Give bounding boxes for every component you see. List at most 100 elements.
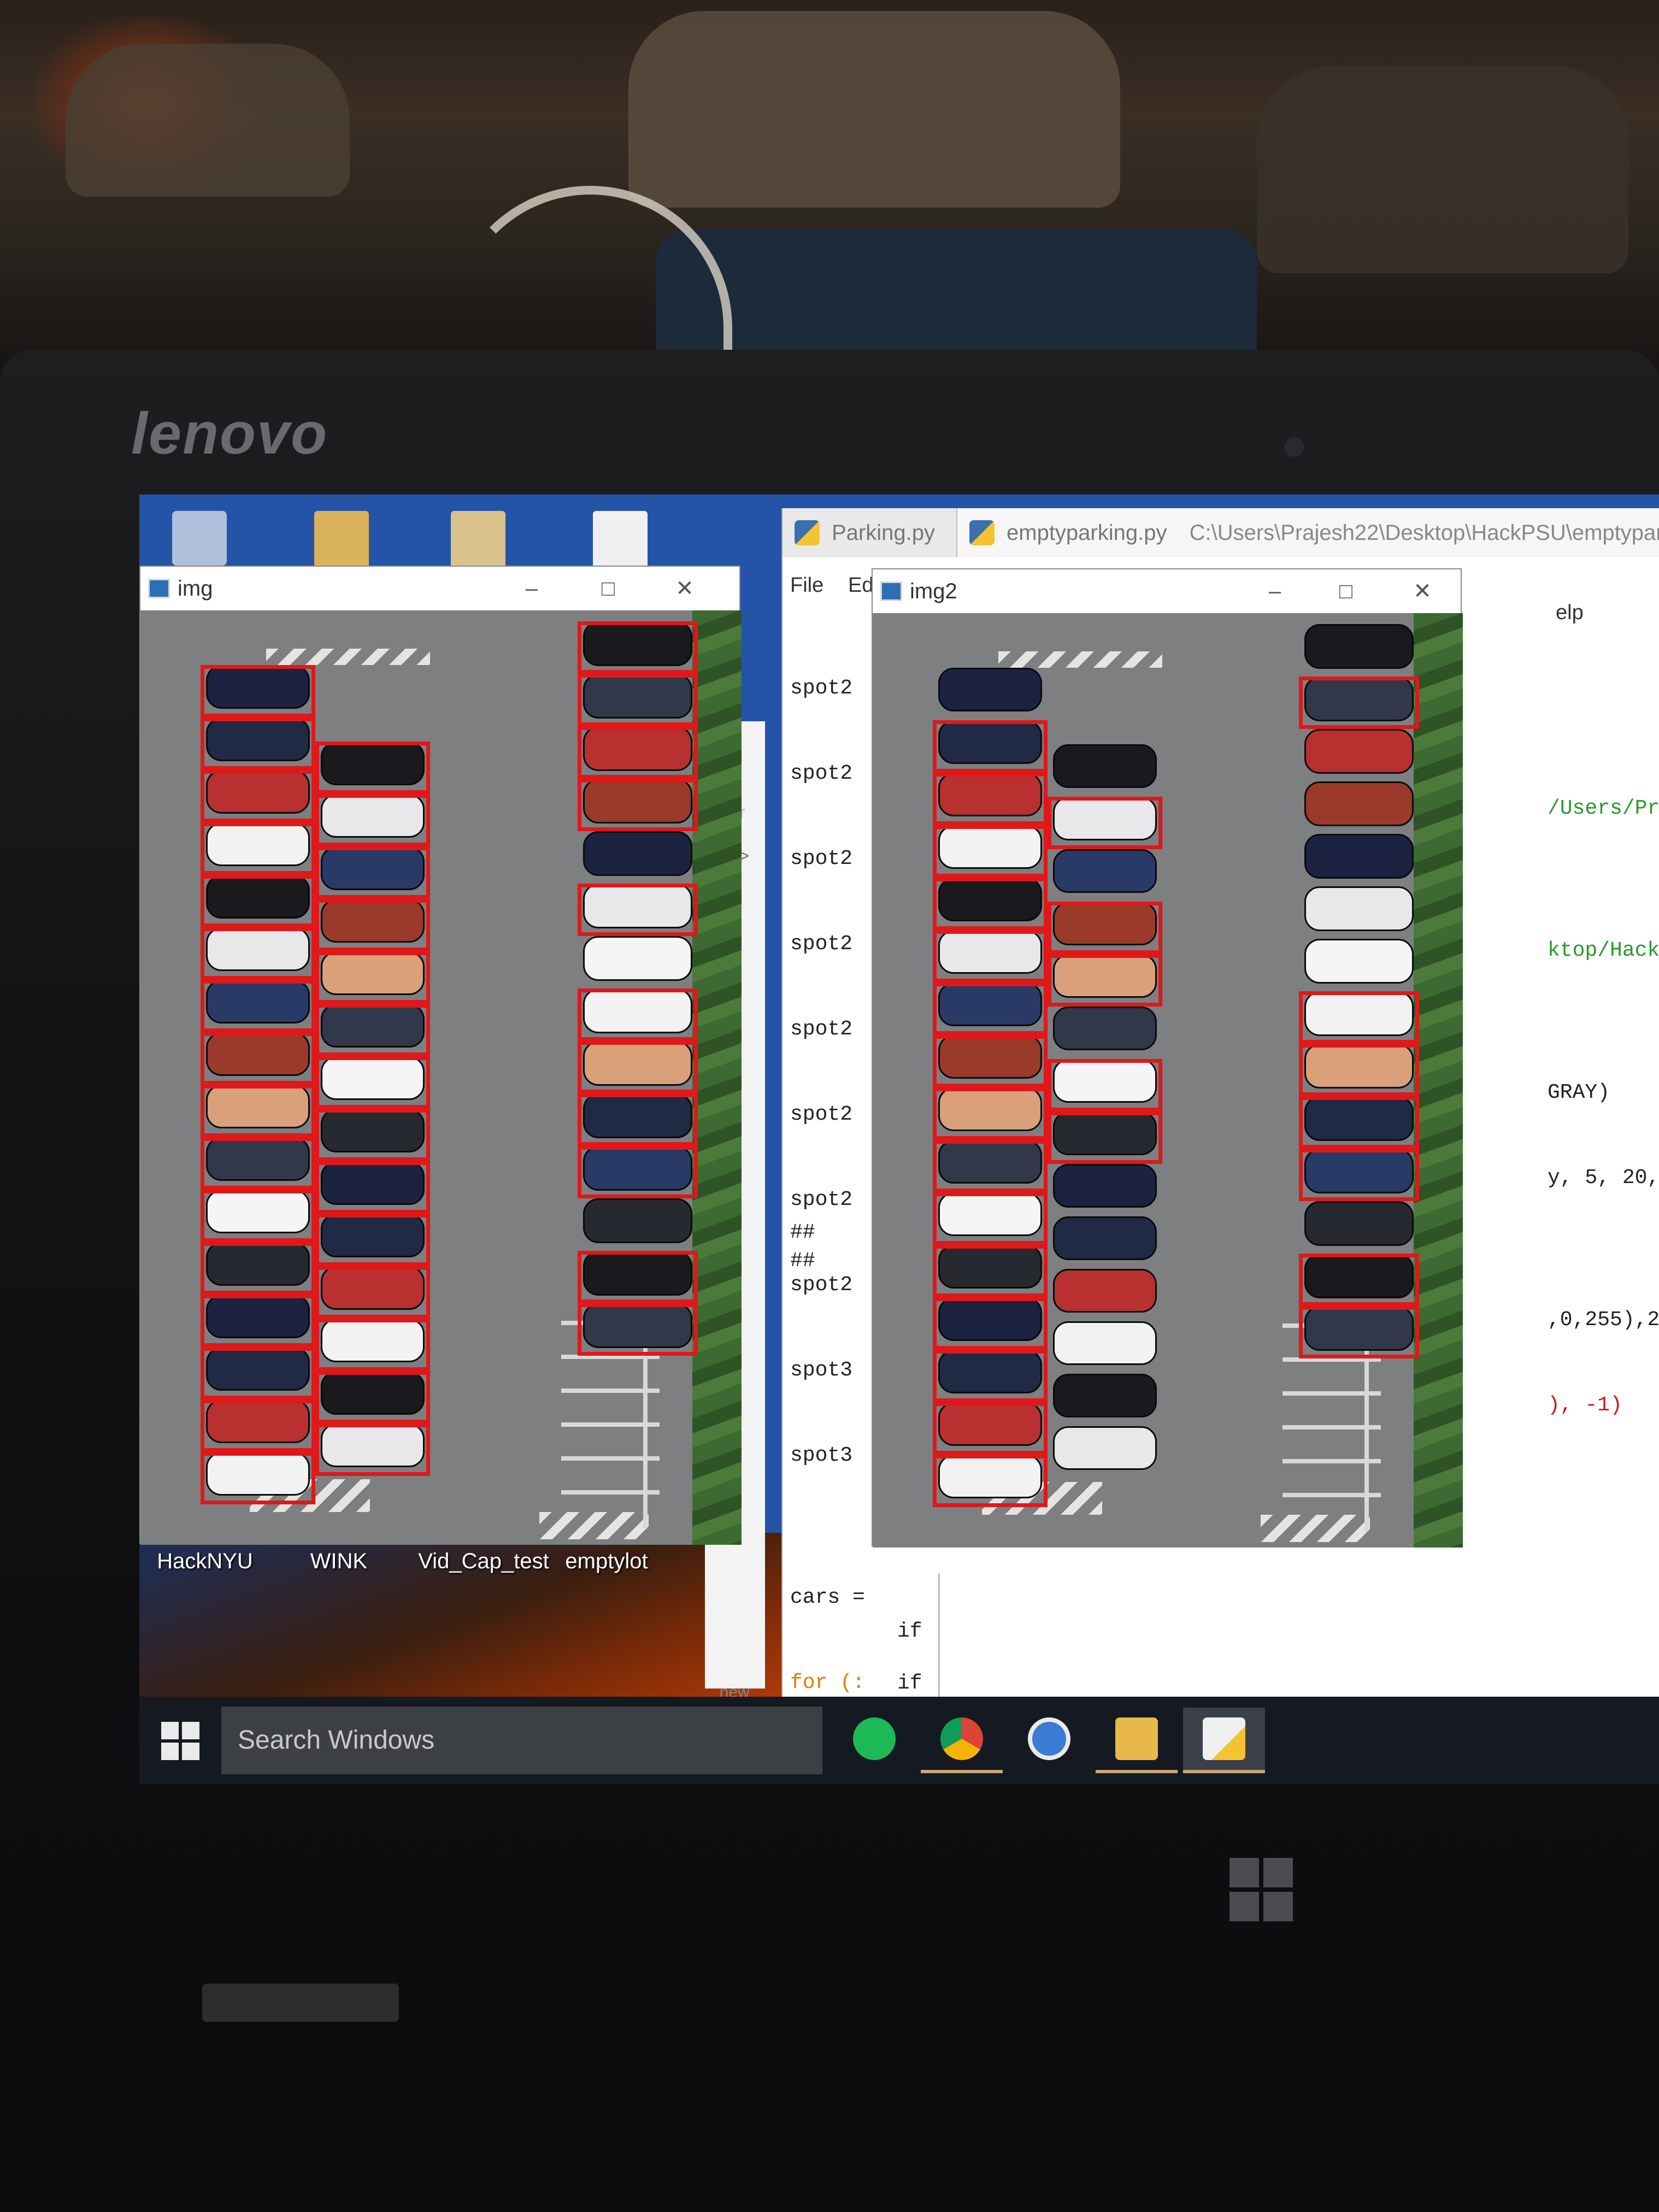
window-title: img	[178, 576, 213, 601]
desktop-icon-wink[interactable]: WINK	[284, 1549, 393, 1574]
menu-file[interactable]: File	[790, 574, 823, 597]
screen: HackNYU WINK Vid_Cap_test emptylot Parki…	[139, 495, 1659, 1784]
code-line: spot2	[790, 676, 853, 700]
detection-box	[315, 742, 430, 794]
detection-box	[933, 983, 1048, 1035]
tab-parking-py[interactable]: Parking.py	[783, 508, 957, 557]
desktop-icon-emptylot[interactable]: emptylot	[552, 1549, 661, 1574]
detection-box	[578, 884, 698, 936]
window-img2[interactable]: img2 – □ ✕	[872, 568, 1463, 1548]
code-line: cars =	[790, 1586, 865, 1609]
menu-help[interactable]: elp	[1556, 601, 1584, 625]
detection-box	[201, 980, 315, 1032]
window-title: img2	[910, 579, 957, 603]
detection-box	[315, 1319, 430, 1371]
tab-emptyparking-py[interactable]: emptyparking.py C:\Users\Prajesh22\Deskt…	[957, 508, 1659, 557]
tab-label: Parking.py	[832, 521, 935, 545]
laptop-hinge	[202, 1984, 399, 2022]
detection-box	[933, 1140, 1048, 1192]
detection-box	[578, 1303, 698, 1356]
start-button[interactable]	[161, 1722, 199, 1760]
detection-box	[315, 1004, 430, 1056]
code-line: spot2	[790, 932, 853, 956]
car	[1053, 1269, 1157, 1313]
desktop-icon-hacknyu[interactable]: HackNYU	[150, 1549, 260, 1574]
code-line: for (:	[790, 1671, 865, 1695]
close-button[interactable]: ✕	[1401, 575, 1444, 608]
stall-stripes	[998, 651, 1162, 668]
detection-box	[315, 1423, 430, 1476]
grass-strip	[692, 610, 742, 1545]
parking-lot-image	[140, 610, 742, 1545]
grass-strip	[1414, 613, 1463, 1548]
car	[583, 1198, 692, 1243]
code-area-left[interactable]: spot2 spot2 spot2 spot2 spot2 spot2 spot…	[790, 617, 865, 1784]
maximize-button[interactable]: □	[1324, 575, 1368, 608]
detection-box	[933, 1350, 1048, 1402]
detection-box	[578, 1251, 698, 1303]
code-line: spot2	[790, 1017, 853, 1041]
code-comment-1: ##	[790, 1221, 815, 1244]
car	[583, 831, 692, 876]
car	[1053, 1007, 1157, 1050]
detection-box	[1299, 1044, 1419, 1096]
detection-box	[315, 794, 430, 846]
python-file-icon	[795, 520, 820, 545]
text-cursor-icon: I	[1657, 1126, 1659, 1163]
detection-box	[1048, 902, 1162, 954]
armchair-left	[66, 44, 350, 197]
spotify-icon[interactable]	[833, 1708, 915, 1773]
file-explorer-icon[interactable]	[1096, 1708, 1178, 1773]
detection-box	[315, 951, 430, 1004]
minimize-button[interactable]: –	[1253, 575, 1297, 608]
code-line: ), -1)	[1548, 1393, 1622, 1417]
camera-app-icon[interactable]	[1008, 1708, 1090, 1773]
desktop-icon-label: emptylot	[565, 1549, 648, 1573]
folder-icon[interactable]	[314, 511, 369, 571]
tab-path: C:\Users\Prajesh22\Desktop\HackPSU\empty…	[1189, 521, 1659, 545]
document-icon[interactable]	[451, 511, 505, 571]
detection-box	[578, 1093, 698, 1146]
titlebar-img2[interactable]: img2 – □ ✕	[873, 569, 1461, 613]
opencv-window-icon	[148, 579, 170, 598]
detection-box	[315, 1161, 430, 1214]
car	[1053, 849, 1157, 893]
desktop-icon-vid-cap-test[interactable]: Vid_Cap_test	[402, 1549, 566, 1574]
car	[1053, 1164, 1157, 1208]
detection-box	[1299, 991, 1419, 1044]
menu-edit[interactable]: Ed	[848, 574, 873, 597]
code-area-right[interactable]: /Users/Prajesh2 ktop/HackPSU/i GRAY) y, …	[1548, 738, 1659, 1476]
desktop-icon-label: HackNYU	[157, 1549, 253, 1573]
code-line: GRAY)	[1548, 1081, 1610, 1104]
detection-box	[578, 1146, 698, 1198]
windows-logo-bezel-icon	[1229, 1858, 1295, 1923]
python-file-icon	[969, 520, 995, 545]
detection-box	[315, 1109, 430, 1161]
detection-box	[201, 1347, 315, 1399]
detection-box	[578, 726, 698, 779]
car	[1053, 1374, 1157, 1417]
python-idle-icon[interactable]	[1183, 1708, 1265, 1773]
detection-box	[1048, 954, 1162, 1007]
chrome-icon[interactable]	[921, 1708, 1003, 1773]
minimize-button[interactable]: –	[510, 572, 554, 605]
detection-box	[201, 717, 315, 770]
code-line: spot2	[790, 1188, 853, 1211]
search-box[interactable]: Search Windows	[221, 1707, 822, 1774]
code-line: ktop/HackPSU/i	[1548, 939, 1659, 962]
titlebar-img[interactable]: img – □ ✕	[140, 567, 739, 610]
detection-box	[1048, 1111, 1162, 1164]
detection-box	[315, 1266, 430, 1319]
room-background	[0, 0, 1659, 415]
detection-box	[1048, 797, 1162, 849]
window-img[interactable]: img – □ ✕	[139, 566, 742, 1545]
detection-box	[201, 822, 315, 875]
code-line: spot2	[790, 762, 853, 785]
close-button[interactable]: ✕	[663, 572, 707, 605]
file-icon[interactable]	[593, 511, 648, 571]
editor-gutter-line	[938, 1574, 940, 1710]
recycle-bin-icon[interactable]	[172, 511, 227, 566]
maximize-button[interactable]: □	[586, 572, 630, 605]
car	[1053, 1216, 1157, 1260]
detection-box	[1299, 1096, 1419, 1149]
